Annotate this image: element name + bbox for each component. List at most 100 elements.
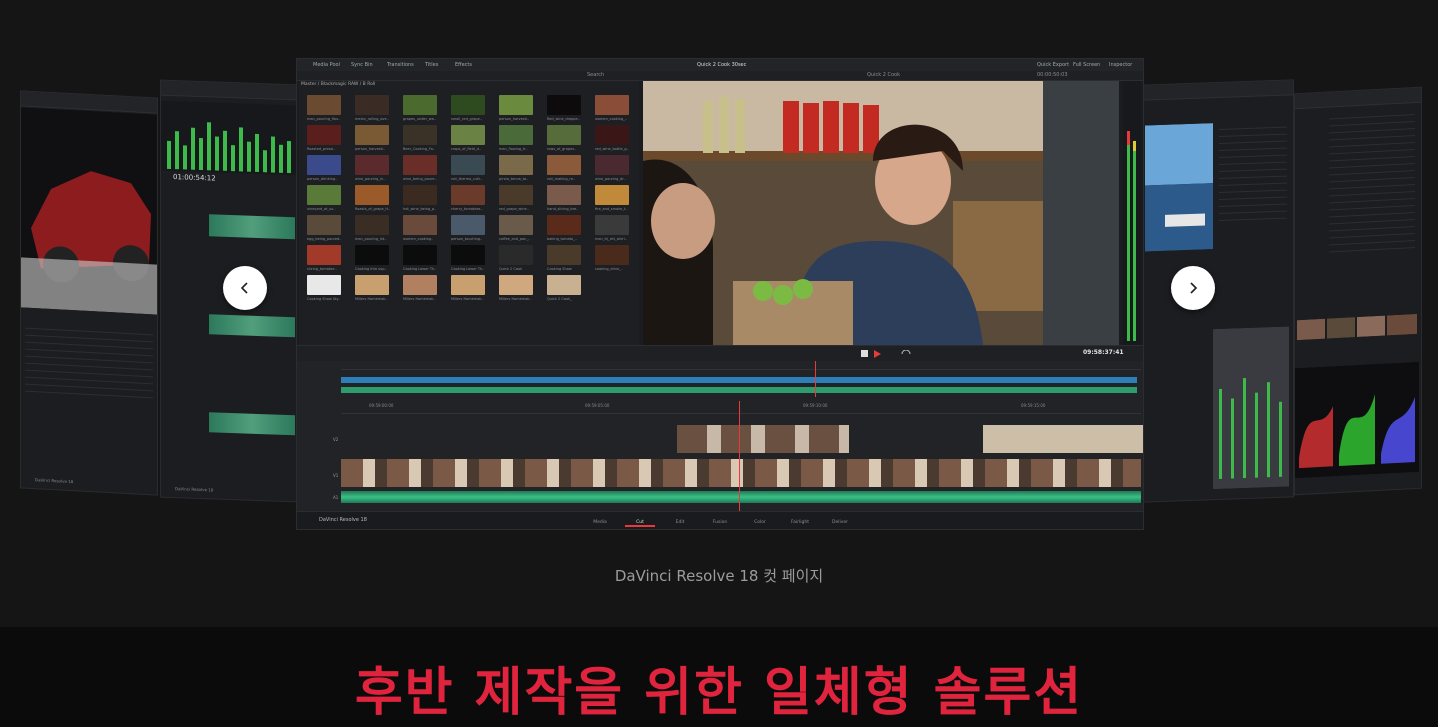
media-thumbnail-label: wine_pouring_dr.. [595, 177, 626, 181]
media-thumbnail[interactable] [595, 155, 629, 175]
media-thumbnail[interactable] [547, 215, 581, 235]
media-thumbnail-label: Cooking Lower Th.. [451, 267, 485, 271]
quick-export-button[interactable]: Quick Export [1037, 59, 1069, 71]
media-thumbnail[interactable] [307, 245, 341, 265]
media-thumbnail[interactable] [355, 125, 389, 145]
tab-sync-bin[interactable]: Sync Bin [351, 59, 373, 71]
media-thumbnail[interactable] [499, 155, 533, 175]
media-thumbnail[interactable] [307, 215, 341, 235]
v2-title-clip[interactable] [983, 425, 1143, 453]
media-thumbnail[interactable] [403, 215, 437, 235]
media-thumbnail[interactable] [355, 95, 389, 115]
media-thumbnail[interactable] [403, 185, 437, 205]
media-thumbnail[interactable] [355, 185, 389, 205]
media-thumbnail[interactable] [307, 95, 341, 115]
page-media[interactable]: Media [585, 520, 615, 525]
upper-playhead[interactable] [815, 361, 816, 397]
media-thumbnail-label: man_pouring_flou.. [307, 117, 341, 121]
media-thumbnail[interactable] [547, 245, 581, 265]
media-thumbnail[interactable] [595, 215, 629, 235]
kitchen-scene-image [643, 81, 1119, 345]
media-thumbnail[interactable] [355, 215, 389, 235]
a1-audio-clip[interactable] [341, 491, 1141, 503]
v1-clip-strip[interactable] [341, 459, 1141, 487]
media-thumbnail[interactable] [547, 275, 581, 295]
tab-titles[interactable]: Titles [425, 59, 438, 71]
media-thumbnail[interactable] [595, 125, 629, 145]
viewer-timecode: 00:00:50:03 [1037, 72, 1068, 78]
carousel-caption: DaVinci Resolve 18 컷 페이지 [614, 567, 824, 585]
page-deliver[interactable]: Deliver [825, 520, 855, 525]
tab-effects[interactable]: Effects [455, 59, 472, 71]
media-thumbnail[interactable] [451, 275, 485, 295]
media-thumbnail[interactable] [403, 245, 437, 265]
media-thumbnail[interactable] [499, 245, 533, 265]
media-thumbnail[interactable] [403, 95, 437, 115]
page-cut[interactable]: Cut [625, 520, 655, 527]
media-thumbnail[interactable] [355, 155, 389, 175]
loop-icon[interactable] [901, 350, 911, 358]
panel-header [1295, 87, 1421, 110]
search-input[interactable]: Search [587, 71, 604, 80]
media-thumbnail[interactable] [595, 245, 629, 265]
media-thumbnail[interactable] [451, 155, 485, 175]
full-screen-button[interactable]: Full Screen [1073, 59, 1100, 71]
media-thumbnail[interactable] [499, 95, 533, 115]
media-thumbnail[interactable] [595, 185, 629, 205]
page-color[interactable]: Color [745, 520, 775, 525]
media-thumbnail-label: Quick 2 Cook [499, 267, 523, 271]
audio-clip [209, 214, 295, 240]
audio-clip [209, 314, 295, 338]
media-thumbnail[interactable] [451, 95, 485, 115]
upper-timeline-ruler [341, 361, 1141, 370]
media-thumbnail[interactable] [547, 95, 581, 115]
media-thumbnail[interactable] [499, 125, 533, 145]
media-thumbnail-label: small_red_grape.. [451, 117, 482, 121]
media-thumbnail[interactable] [307, 155, 341, 175]
media-thumbnail[interactable] [499, 185, 533, 205]
panel-header [161, 80, 297, 101]
inspector-properties [1215, 120, 1291, 227]
tab-transitions[interactable]: Transitions [387, 59, 414, 71]
media-thumbnail[interactable] [355, 245, 389, 265]
media-thumbnail[interactable] [307, 125, 341, 145]
media-thumbnail[interactable] [355, 275, 389, 295]
media-thumbnail[interactable] [547, 185, 581, 205]
media-thumbnail[interactable] [451, 215, 485, 235]
media-thumbnail[interactable] [595, 95, 629, 115]
media-thumbnail-label: person_harvesti.. [355, 147, 386, 151]
media-thumbnail[interactable] [307, 185, 341, 205]
lower-playhead[interactable] [739, 401, 740, 511]
page-fusion[interactable]: Fusion [705, 520, 735, 525]
media-thumbnail[interactable] [403, 275, 437, 295]
stop-button[interactable] [861, 350, 869, 358]
page-fairlight[interactable]: Fairlight [785, 520, 815, 525]
page-edit[interactable]: Edit [665, 520, 695, 525]
media-thumbnail[interactable] [499, 215, 533, 235]
ocean-viewer-image [1145, 123, 1213, 252]
media-thumbnail-label: person_touching.. [451, 237, 483, 241]
play-button[interactable] [873, 350, 881, 358]
media-thumbnail[interactable] [403, 155, 437, 175]
media-thumbnail[interactable] [451, 185, 485, 205]
inspector-button[interactable]: Inspector [1109, 59, 1132, 71]
node-graph [21, 321, 157, 404]
viewer-subbar: Search Quick 2 Cook 00:00:50:03 [297, 71, 1143, 81]
carousel-next-button[interactable] [1171, 266, 1215, 310]
media-thumbnail-label: red_grape_wine.. [499, 207, 529, 211]
media-thumbnail[interactable] [547, 155, 581, 175]
track-label-v2: V2 [333, 437, 339, 442]
jeep-render-image [21, 107, 157, 315]
media-thumbnail[interactable] [403, 125, 437, 145]
media-thumbnail[interactable] [451, 245, 485, 265]
media-thumbnail[interactable] [499, 275, 533, 295]
media-thumbnail[interactable] [451, 125, 485, 145]
carousel-prev-button[interactable] [223, 266, 267, 310]
media-thumbnail-label: wine_pouring_in.. [355, 177, 386, 181]
media-thumbnail[interactable] [547, 125, 581, 145]
media-thumbnail-label: wine_being_poure.. [403, 177, 437, 181]
media-thumbnail-label: roti_thermo_cutt.. [451, 177, 483, 181]
v2-clip[interactable] [677, 425, 849, 453]
media-thumbnail[interactable] [307, 275, 341, 295]
tab-media-pool[interactable]: Media Pool [313, 59, 340, 71]
